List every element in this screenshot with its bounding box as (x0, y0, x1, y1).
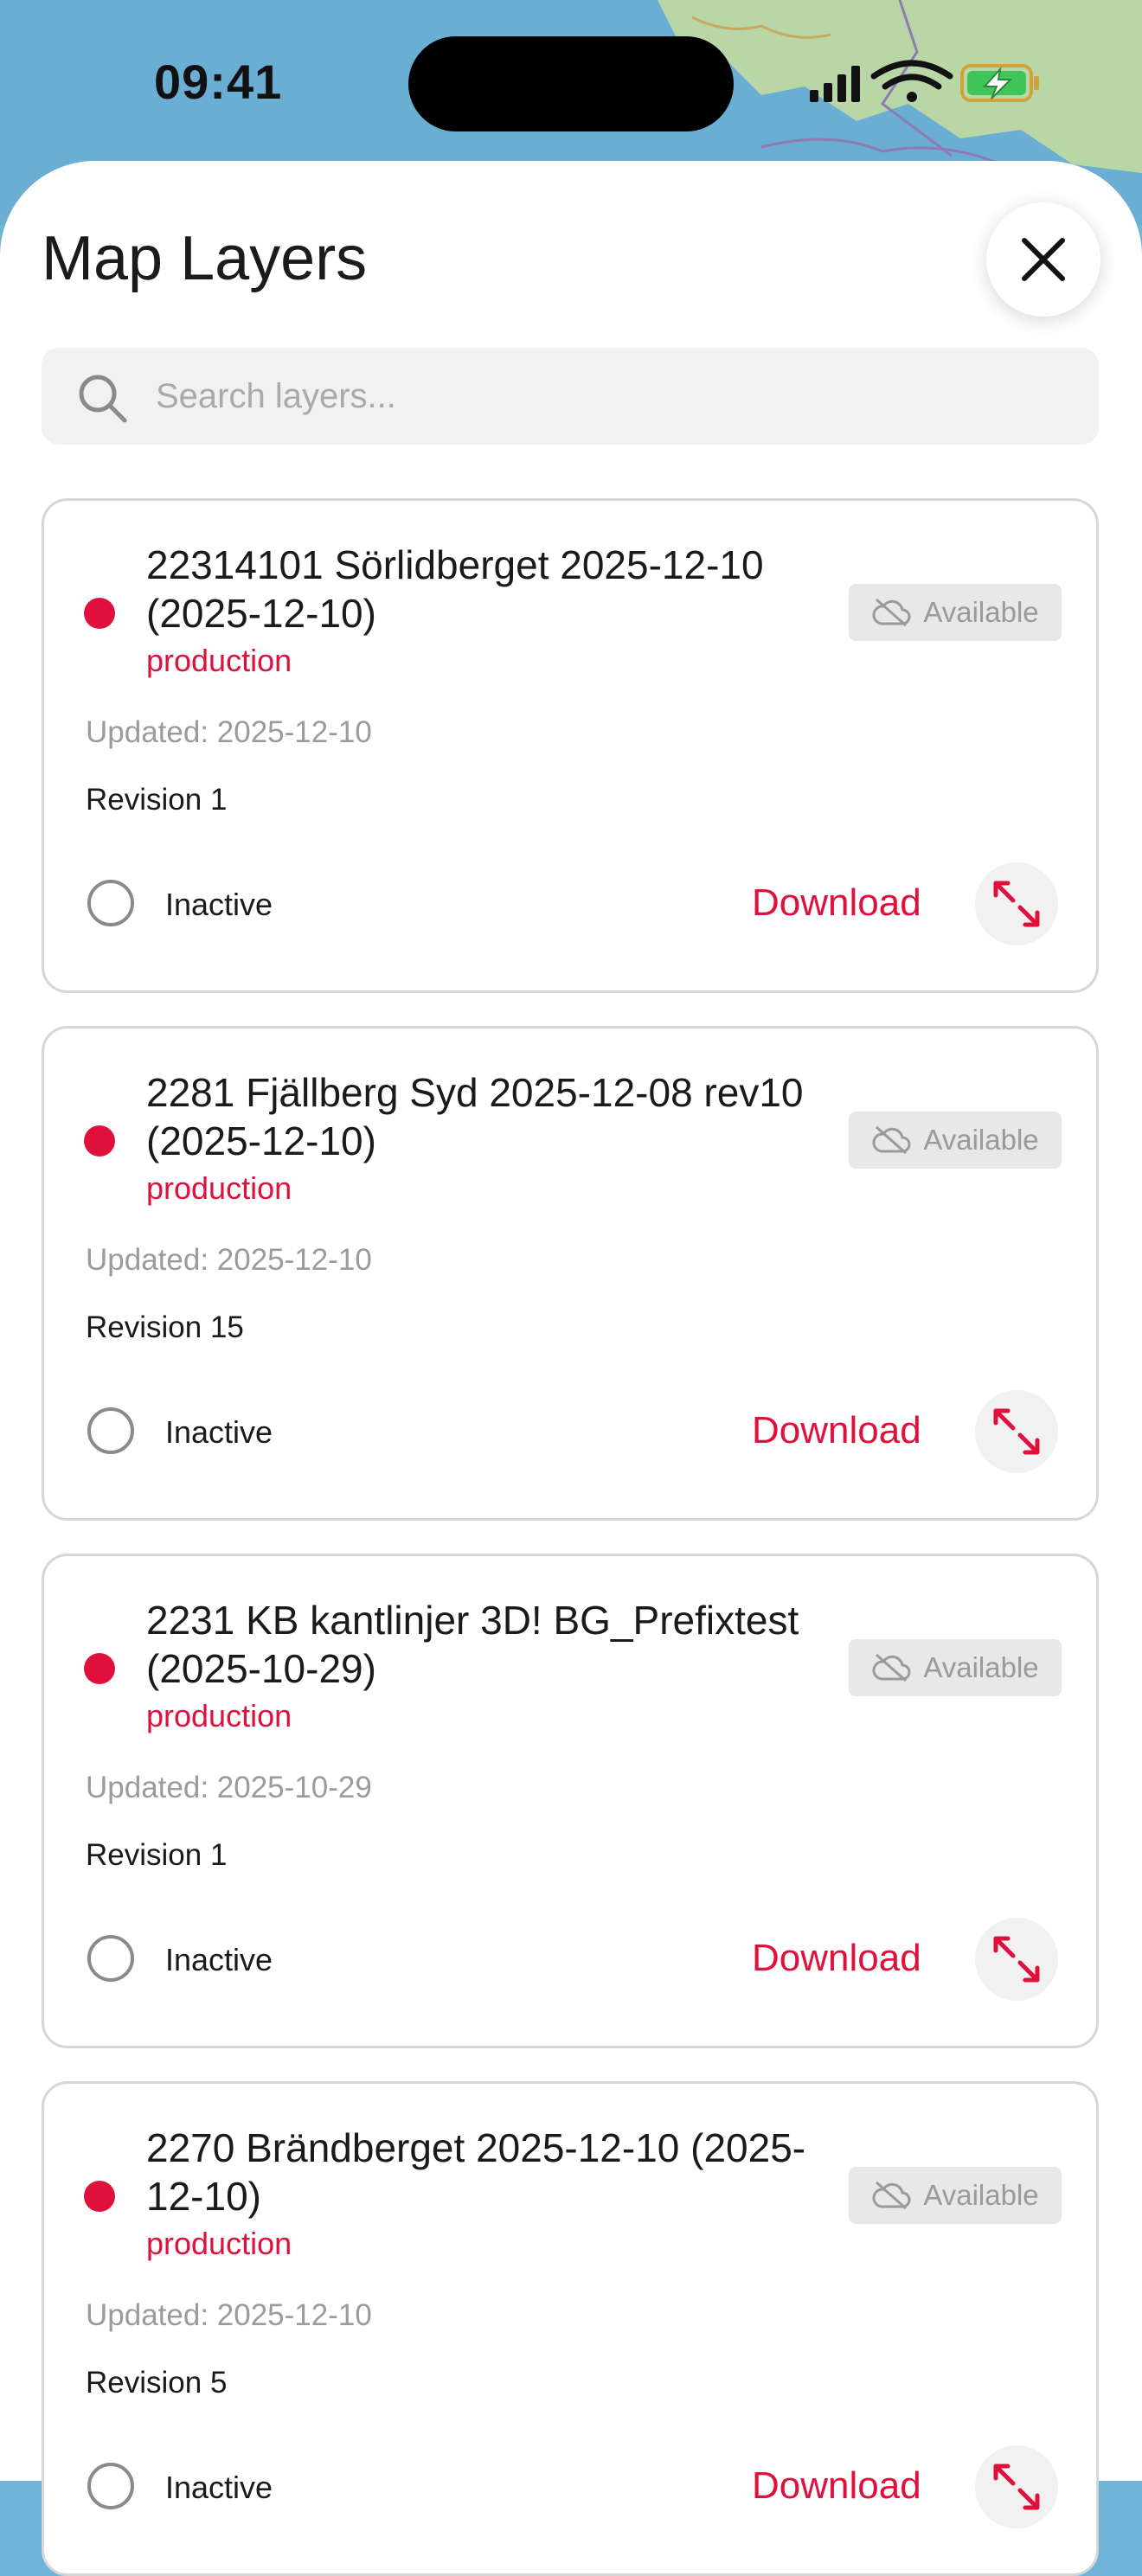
updated-date: Updated: 2025-12-10 (86, 1243, 372, 1277)
cloud-off-icon (872, 1125, 911, 1155)
revision-label: Revision 15 (86, 1310, 244, 1344)
active-toggle[interactable] (87, 1935, 134, 1982)
map-layers-sheet: Map Layers 22314101 Sörlidberget 2025-12… (0, 161, 1142, 2576)
layer-title: 2281 Fjällberg Syd 2025-12-08 rev10 (202… (146, 1070, 804, 1163)
availability-badge: Available (849, 1639, 1062, 1696)
download-button[interactable]: Download (752, 1409, 921, 1452)
active-toggle[interactable] (87, 1407, 134, 1454)
layer-environment: production (146, 1170, 292, 1206)
status-icons (808, 57, 1042, 109)
revision-label: Revision 1 (86, 1838, 228, 1872)
layer-card[interactable]: 22314101 Sörlidberget 2025-12-10 (2025-1… (42, 498, 1099, 993)
status-time: 09:41 (154, 54, 283, 109)
layer-environment: production (146, 2226, 292, 2261)
revision-label: Revision 5 (86, 2366, 228, 2400)
page-title: Map Layers (42, 224, 368, 293)
expand-button[interactable] (975, 862, 1058, 945)
close-button[interactable] (986, 202, 1100, 317)
search-icon (79, 375, 127, 423)
layer-title: 2231 KB kantlinjer 3D! BG_Prefixtest (20… (146, 1598, 799, 1691)
status-dot (84, 598, 115, 629)
battery-icon (960, 64, 1039, 102)
download-button[interactable]: Download (752, 1937, 921, 1980)
layer-card[interactable]: 2231 KB kantlinjer 3D! BG_Prefixtest (20… (42, 1554, 1099, 2048)
layer-title: 2270 Brändberget 2025-12-10 (2025-12-10) (146, 2125, 806, 2219)
layer-card[interactable]: 2270 Brändberget 2025-12-10 (2025-12-10)… (42, 2081, 1099, 2576)
expand-button[interactable] (975, 1390, 1058, 1473)
dynamic-island (408, 36, 734, 131)
badge-label: Available (923, 596, 1039, 628)
expand-icon (993, 2464, 1040, 2510)
revision-label: Revision 1 (86, 783, 228, 817)
active-toggle[interactable] (87, 880, 134, 926)
search-input[interactable] (156, 348, 1073, 445)
wifi-icon (870, 60, 953, 90)
badge-label: Available (923, 1651, 1039, 1683)
close-icon (1022, 238, 1065, 281)
expand-icon (993, 1408, 1040, 1455)
layer-title: 22314101 Sörlidberget 2025-12-10 (2025-1… (146, 542, 764, 636)
layer-environment: production (146, 643, 292, 678)
status-bar: 09:41 (0, 0, 1142, 164)
badge-label: Available (923, 2179, 1039, 2211)
search-bar (42, 348, 1099, 445)
download-button[interactable]: Download (752, 881, 921, 925)
expand-icon (993, 881, 1040, 927)
active-toggle[interactable] (87, 2463, 134, 2509)
active-state-label: Inactive (165, 2470, 273, 2505)
badge-label: Available (923, 1124, 1039, 1156)
cloud-off-icon (872, 1653, 911, 1682)
status-dot (84, 1653, 115, 1684)
availability-badge: Available (849, 1112, 1062, 1169)
active-state-label: Inactive (165, 1414, 273, 1450)
updated-date: Updated: 2025-12-10 (86, 2298, 372, 2332)
cloud-off-icon (872, 2181, 911, 2210)
status-dot (84, 1125, 115, 1157)
layer-environment: production (146, 1698, 292, 1733)
expand-button[interactable] (975, 1918, 1058, 2001)
active-state-label: Inactive (165, 1942, 273, 1977)
active-state-label: Inactive (165, 887, 273, 922)
updated-date: Updated: 2025-10-29 (86, 1771, 372, 1804)
updated-date: Updated: 2025-12-10 (86, 715, 372, 749)
signal-icon (810, 66, 860, 102)
availability-badge: Available (849, 2167, 1062, 2224)
layer-card[interactable]: 2281 Fjällberg Syd 2025-12-08 rev10 (202… (42, 1026, 1099, 1521)
expand-button[interactable] (975, 2445, 1058, 2528)
cloud-off-icon (872, 598, 911, 627)
download-button[interactable]: Download (752, 2464, 921, 2508)
availability-badge: Available (849, 584, 1062, 641)
status-dot (84, 2181, 115, 2212)
expand-icon (993, 1936, 1040, 1983)
